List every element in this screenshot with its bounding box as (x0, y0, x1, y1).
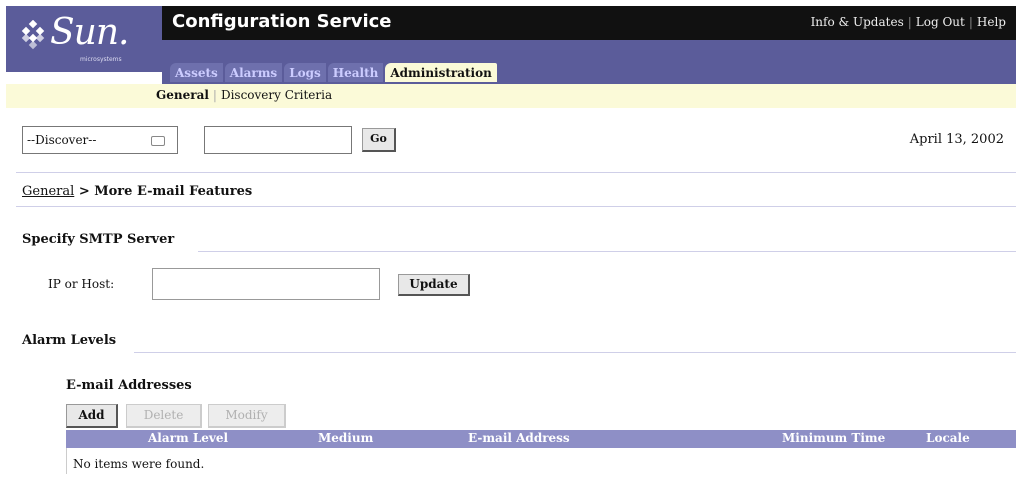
ip-host-input[interactable] (152, 268, 380, 300)
email-table-header: Alarm Level Medium E-mail Address Minimu… (66, 430, 1016, 448)
modify-button[interactable]: Modify (208, 404, 286, 428)
info-updates-link[interactable]: Info & Updates (811, 15, 904, 29)
app-title: Configuration Service (172, 11, 392, 32)
update-button[interactable]: Update (398, 274, 470, 296)
logo-text: Sun. (50, 12, 129, 53)
divider (16, 172, 1016, 173)
tab-health[interactable]: Health (327, 63, 384, 82)
link-separator: | (968, 15, 973, 29)
section-rule (198, 251, 1016, 252)
breadcrumb: General > More E-mail Features (22, 184, 252, 199)
column-minimum-time[interactable]: Minimum Time (782, 431, 885, 445)
tab-assets[interactable]: Assets (170, 63, 223, 82)
breadcrumb-general-link[interactable]: General (22, 184, 74, 199)
divider (16, 206, 1016, 207)
log-out-link[interactable]: Log Out (916, 15, 965, 29)
main-tabs: Assets Alarms Logs Health Administration (170, 63, 499, 82)
subnav-separator: | (212, 88, 217, 102)
email-addresses-title: E-mail Addresses (66, 378, 192, 393)
email-table-empty-row: No items were found. (66, 448, 1017, 474)
tab-alarms[interactable]: Alarms (224, 63, 283, 82)
ip-host-label: IP or Host: (48, 277, 115, 291)
sun-diamond-icon (21, 20, 45, 50)
tab-administration[interactable]: Administration (385, 63, 497, 82)
logo-subtext: microsystems (80, 56, 122, 63)
tab-logs[interactable]: Logs (284, 63, 326, 82)
help-link[interactable]: Help (977, 15, 1006, 29)
dropdown-icon (151, 136, 165, 146)
utility-links: Info & Updates | Log Out | Help (811, 15, 1006, 29)
discover-select[interactable]: --Discover-- (22, 126, 178, 154)
breadcrumb-current: More E-mail Features (94, 184, 253, 199)
sub-navigation: General | Discovery Criteria (6, 84, 1016, 108)
go-button[interactable]: Go (362, 128, 396, 152)
tab-band: Assets Alarms Logs Health Administration (162, 40, 1016, 84)
subnav-general[interactable]: General (156, 88, 209, 102)
discover-select-value: --Discover-- (27, 133, 97, 147)
column-email-address[interactable]: E-mail Address (468, 431, 570, 445)
section-rule (134, 352, 1016, 353)
add-button[interactable]: Add (66, 404, 118, 428)
sun-logo: Sun. microsystems (6, 6, 162, 72)
column-alarm-level[interactable]: Alarm Level (148, 431, 228, 445)
toolbar: --Discover-- Go April 13, 2002 (0, 118, 1018, 164)
link-separator: | (907, 15, 912, 29)
breadcrumb-separator: > (78, 184, 90, 199)
delete-button[interactable]: Delete (126, 404, 202, 428)
current-date: April 13, 2002 (909, 132, 1004, 147)
smtp-section-title: Specify SMTP Server (22, 232, 175, 247)
column-locale[interactable]: Locale (926, 431, 970, 445)
subnav-discovery-criteria[interactable]: Discovery Criteria (221, 88, 332, 102)
empty-message: No items were found. (73, 457, 205, 471)
column-medium[interactable]: Medium (318, 431, 373, 445)
search-input[interactable] (204, 126, 352, 154)
alarm-levels-title: Alarm Levels (22, 333, 117, 348)
title-bar: Configuration Service Info & Updates | Log… (162, 6, 1016, 40)
masthead: Sun. microsystems Configuration Service … (0, 0, 1018, 88)
